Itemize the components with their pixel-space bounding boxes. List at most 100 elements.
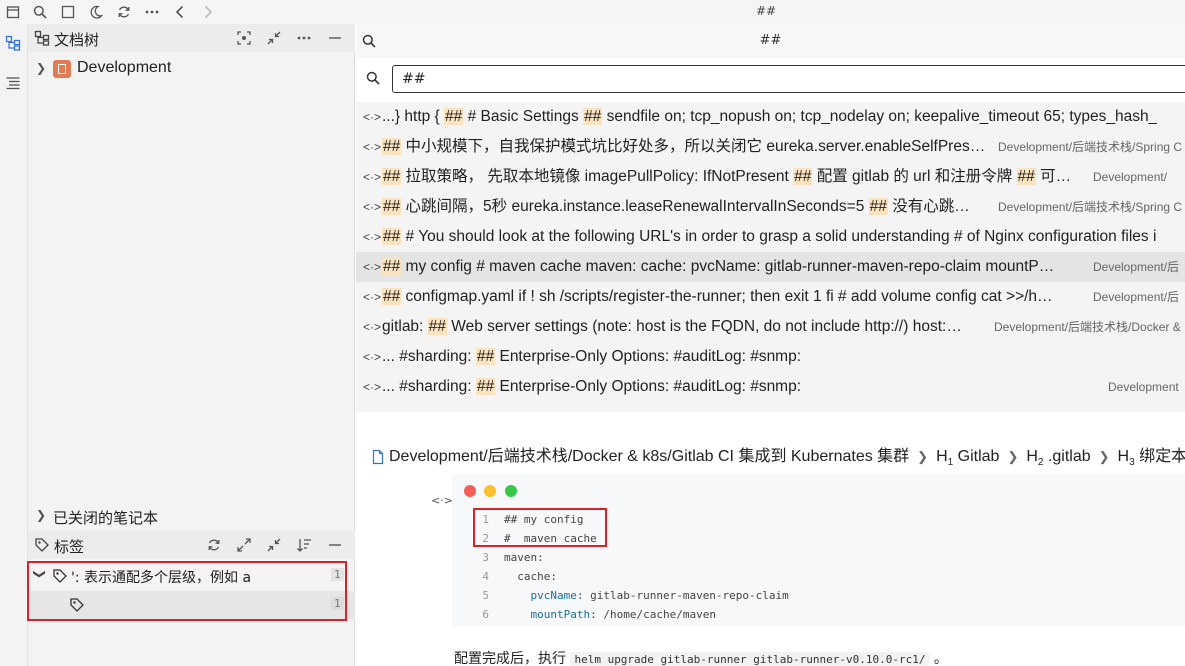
- minimize-icon[interactable]: [327, 537, 343, 553]
- block-link-icon: <·>: [363, 290, 382, 304]
- chevron-right-icon: ❯: [1098, 449, 1110, 464]
- chevron-right-icon: ❯: [1007, 449, 1019, 464]
- breadcrumb-h1[interactable]: H1 Gitlab: [936, 448, 999, 468]
- search-result-item[interactable]: <·> ## configmap.yaml if ! sh /scripts/re…: [356, 282, 1185, 312]
- minimize-icon[interactable]: [327, 30, 343, 46]
- sort-icon[interactable]: [296, 537, 312, 553]
- window-minimize-dot: [484, 485, 496, 497]
- breadcrumb: Development/后端技术栈/Docker & k8s/Gitlab CI…: [370, 444, 1185, 470]
- breadcrumb-h3[interactable]: H3 绑定本地: [1118, 448, 1185, 468]
- chevron-right-icon[interactable]: ❯: [36, 61, 46, 75]
- search-result-text: ## 心跳间隔，5秒 eureka.instance.leaseRenewalI…: [382, 198, 970, 215]
- search-result-item[interactable]: <·> ## 拉取策略， 先取本地镜像 imagePullPolicy: IfNo…: [356, 162, 1185, 192]
- search-result-path: Development/后: [1093, 260, 1180, 274]
- code-text: cache:: [504, 570, 557, 583]
- file-icon: [370, 449, 386, 465]
- window-title: ##: [755, 4, 777, 18]
- back-arrow-icon[interactable]: [172, 4, 188, 20]
- block-link-icon: <·>: [363, 380, 382, 394]
- forward-arrow-icon[interactable]: [200, 4, 216, 20]
- search-result-item[interactable]: <·> ## my config # maven cache maven: cac…: [356, 252, 1185, 282]
- window-close-dot: [464, 485, 476, 497]
- closed-notebooks[interactable]: ❯ 已关闭的笔记本: [28, 501, 355, 531]
- code-block: 1 ## my config 2 # maven cache 3 maven: 4 cach…: [452, 474, 1185, 626]
- code-text: maven:: [504, 551, 544, 564]
- doc-tree-title: 文档树: [54, 31, 100, 49]
- top-toolbar: ##: [0, 0, 1185, 24]
- line-number: 4: [482, 570, 489, 583]
- search-result-path: Development: [1108, 380, 1179, 394]
- code-text: mountPath: /home/cache/maven: [530, 608, 716, 621]
- line-number: 5: [482, 589, 489, 602]
- block-link-icon: <·>: [363, 350, 382, 364]
- search-result-text: ## 中小规模下，自我保护模式坑比好处多，所以关闭它 eureka.server…: [382, 138, 986, 155]
- inline-code: helm upgrade gitlab-runner gitlab-runner…: [570, 652, 930, 666]
- search-result-text: ... #sharding: ## Enterprise-Only Option…: [382, 348, 802, 365]
- search-result-text: ## # You should look at the following UR…: [382, 228, 1157, 245]
- search-result-text: ## configmap.yaml if ! sh /scripts/regis…: [382, 288, 1053, 305]
- tag-icon: [34, 537, 50, 553]
- search-result-item[interactable]: <·> ## 心跳间隔，5秒 eureka.instance.leaseRenew…: [356, 192, 1185, 222]
- sync-icon[interactable]: [116, 4, 132, 20]
- block-link-icon: <·>: [363, 320, 382, 334]
- search-result-text: ## 拉取策略， 先取本地镜像 imagePullPolicy: IfNotPr…: [382, 168, 1072, 185]
- collapse-icon[interactable]: [266, 537, 282, 553]
- annotation-box: [27, 561, 347, 621]
- focus-icon[interactable]: [236, 30, 252, 46]
- search-panel-title: ##: [356, 24, 1185, 58]
- collapse-icon[interactable]: [266, 30, 282, 46]
- search-result-item[interactable]: <·>...} http { ## # Basic Settings ## se…: [356, 102, 1185, 132]
- block-link-icon[interactable]: <·>: [431, 494, 453, 507]
- annotation-box: [473, 508, 607, 547]
- block-link-icon: <·>: [363, 260, 382, 274]
- search-result-item[interactable]: <·>... #sharding: ## Enterprise-Only Opt…: [356, 342, 1185, 372]
- line-number: 3: [482, 551, 489, 564]
- block-link-icon: <·>: [363, 110, 382, 124]
- refresh-icon[interactable]: [206, 537, 222, 553]
- search-result-path: Development/后端技术栈/Spring C: [998, 140, 1183, 154]
- search-results: <·>...} http { ## # Basic Settings ## se…: [356, 102, 1185, 412]
- outline-icon[interactable]: [5, 75, 21, 91]
- search-panel: ## ## <·>...} http { ## # Basic Settings…: [356, 24, 1185, 666]
- block-link-icon: <·>: [363, 170, 382, 184]
- breadcrumb-path[interactable]: Development/后端技术栈/Docker & k8s/Gitlab CI…: [389, 448, 909, 465]
- calendar-icon[interactable]: [5, 4, 21, 20]
- block-link-icon: <·>: [363, 140, 382, 154]
- search-result-text: ... #sharding: ## Enterprise-Only Option…: [382, 378, 802, 395]
- search-result-path: Development/后端技术栈/Spring C: [998, 200, 1183, 214]
- code-text: pvcName: gitlab-runner-maven-repo-claim: [530, 589, 789, 602]
- search-result-item[interactable]: <·> ## # You should look at the following…: [356, 222, 1185, 252]
- notebook-icon: [53, 60, 71, 78]
- search-icon: [365, 70, 381, 86]
- breadcrumb-h2[interactable]: H2 .gitlab: [1026, 448, 1090, 468]
- block-link-icon: <·>: [363, 230, 382, 244]
- search-result-text: gitlab: ## Web server settings (note: ho…: [382, 318, 962, 335]
- tags-header: 标签: [28, 531, 355, 559]
- search-result-item[interactable]: <·>... #sharding: ## Enterprise-Only Opt…: [356, 372, 1185, 402]
- moon-icon[interactable]: [88, 4, 104, 20]
- line-number: 6: [482, 608, 489, 621]
- block-link-icon: <·>: [363, 200, 382, 214]
- chevron-right-icon: ❯: [917, 449, 929, 464]
- notebook-development[interactable]: ❯ Development: [28, 54, 355, 84]
- doc-tree-header: 文档树: [28, 24, 355, 52]
- search-input[interactable]: ##: [392, 65, 1185, 93]
- tree-icon[interactable]: [5, 35, 21, 51]
- notebook-label: Development: [77, 59, 172, 76]
- search-icon: [361, 33, 377, 49]
- tags-title: 标签: [54, 538, 85, 556]
- search-icon[interactable]: [32, 4, 48, 20]
- search-result-text: ...} http { ## # Basic Settings ## sendf…: [382, 108, 1158, 125]
- more-icon[interactable]: [144, 4, 160, 20]
- chevron-right-icon[interactable]: ❯: [36, 508, 46, 522]
- left-panel: 文档树 ❯ Development ❯ 已关闭的笔记本 标签 ❯ ': 表示通配…: [27, 24, 355, 666]
- more-icon[interactable]: [296, 30, 312, 46]
- dock-rail: [0, 24, 28, 666]
- square-icon[interactable]: [60, 4, 76, 20]
- tree-icon: [34, 30, 50, 46]
- search-result-item[interactable]: <·> ## 中小规模下，自我保护模式坑比好处多，所以关闭它 eureka.ser…: [356, 132, 1185, 162]
- search-result-item[interactable]: <·> gitlab: ## Web server settings (note:…: [356, 312, 1185, 342]
- closed-notebooks-label: 已关闭的笔记本: [53, 509, 159, 527]
- search-result-path: Development/: [1093, 170, 1168, 184]
- expand-icon[interactable]: [236, 537, 252, 553]
